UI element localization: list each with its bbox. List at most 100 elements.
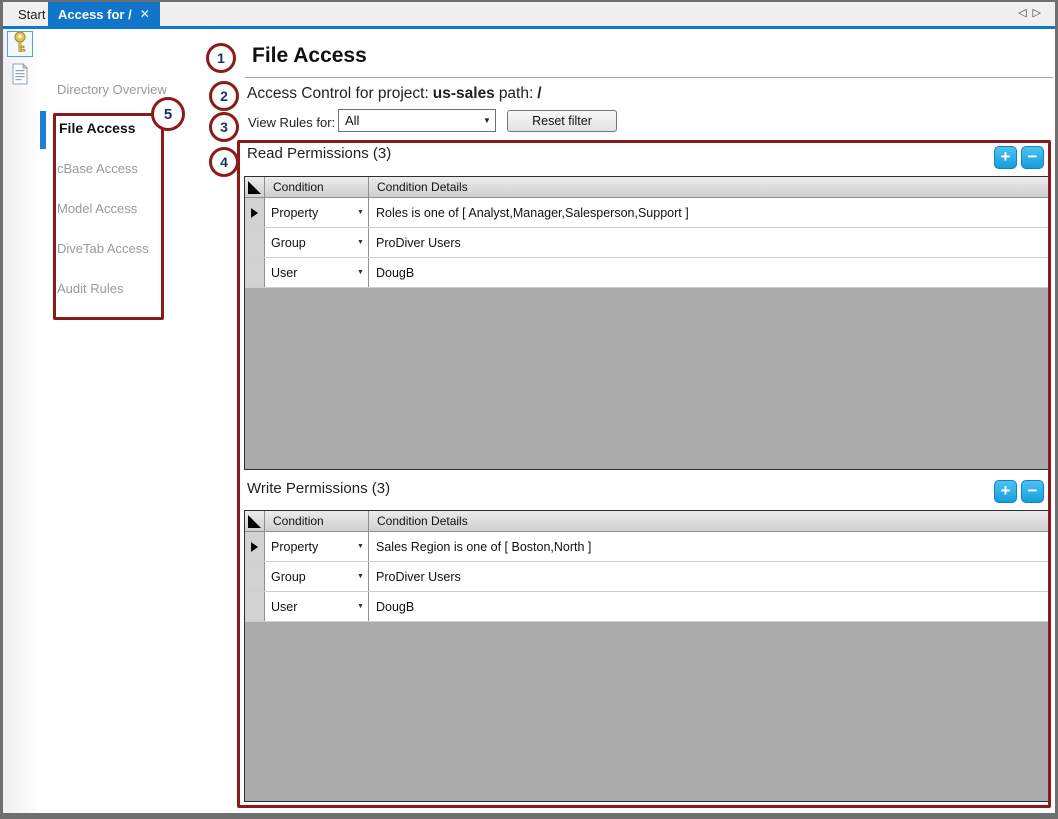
view-rules-label: View Rules for:: [248, 115, 336, 130]
tab-access-for[interactable]: Access for / ✕: [48, 2, 160, 26]
chevron-down-icon: ▼: [357, 269, 364, 276]
read-permissions-grid: Condition Condition Details Property ▼ Ro…: [244, 176, 1050, 470]
condition-dropdown[interactable]: Group ▼: [265, 228, 369, 257]
row-selector[interactable]: [245, 562, 265, 591]
access-control-summary: Access Control for project: us-sales path:…: [247, 85, 542, 103]
sidebar-item-cbase-access[interactable]: cBase Access: [57, 161, 138, 176]
tab-scroll-arrows: ◁▷: [1018, 6, 1047, 19]
access-prefix: Access Control for project:: [247, 85, 429, 102]
callout-3-number: 3: [220, 119, 228, 135]
condition-dropdown[interactable]: User ▼: [265, 258, 369, 287]
table-row: User ▼ DougB: [245, 258, 1049, 288]
condition-dropdown[interactable]: Property ▼: [265, 198, 369, 227]
table-row: User ▼ DougB: [245, 592, 1049, 622]
write-permissions-title: Write Permissions (3): [247, 480, 391, 497]
current-row-icon: [251, 541, 258, 552]
chevron-down-icon: ▼: [357, 209, 364, 216]
grid-empty-area: [245, 288, 1049, 469]
chevron-down-icon: ▼: [357, 573, 364, 580]
read-add-button[interactable]: +: [994, 146, 1017, 169]
table-row: Property ▼ Sales Region is one of [ Bosto…: [245, 532, 1049, 562]
select-all-cell[interactable]: [245, 511, 265, 531]
condition-value: User: [271, 599, 298, 614]
chevron-down-icon: ▼: [357, 603, 364, 610]
read-remove-button[interactable]: −: [1021, 146, 1044, 169]
condition-details-cell[interactable]: ProDiver Users: [369, 228, 1049, 257]
tab-access-label: Access for /: [58, 6, 132, 22]
sidebar-item-audit-rules[interactable]: Audit Rules: [57, 281, 123, 296]
condition-details-cell[interactable]: DougB: [369, 592, 1049, 621]
callout-2-number: 2: [220, 88, 228, 104]
condition-details-cell[interactable]: DougB: [369, 258, 1049, 287]
key-icon: [10, 31, 30, 58]
app-window: Start Access for / ✕ ◁▷ Directory Overvi…: [0, 0, 1058, 819]
close-icon[interactable]: ✕: [140, 7, 150, 21]
condition-details-column-header[interactable]: Condition Details: [369, 511, 1049, 531]
callout-4: 4: [209, 147, 239, 177]
sidebar-item-divetab-access[interactable]: DiveTab Access: [57, 241, 149, 256]
callout-4-number: 4: [220, 154, 228, 170]
select-all-cell[interactable]: [245, 177, 265, 197]
toolbar-strip: [3, 29, 36, 813]
table-row: Group ▼ ProDiver Users: [245, 228, 1049, 258]
write-permissions-grid: Condition Condition Details Property ▼ Sa…: [244, 510, 1050, 802]
write-add-button[interactable]: +: [994, 480, 1017, 503]
sidebar-item-model-access[interactable]: Model Access: [57, 201, 137, 216]
project-name: us-sales: [432, 85, 495, 102]
condition-dropdown[interactable]: Group ▼: [265, 562, 369, 591]
condition-value: Property: [271, 205, 319, 220]
row-selector[interactable]: [245, 592, 265, 621]
path-value: /: [537, 85, 542, 102]
callout-5: 5: [151, 97, 185, 131]
select-all-icon: [248, 181, 261, 194]
callout-5-number: 5: [163, 105, 173, 123]
reset-filter-button[interactable]: Reset filter: [507, 110, 617, 132]
grid-empty-area: [245, 622, 1049, 801]
sidebar-item-directory-overview[interactable]: Directory Overview: [57, 82, 167, 97]
current-row-icon: [251, 207, 258, 218]
condition-column-header[interactable]: Condition: [265, 511, 369, 531]
path-label: path:: [498, 85, 534, 102]
write-grid-header: Condition Condition Details: [245, 511, 1049, 532]
row-selector[interactable]: [245, 532, 265, 561]
callout-2: 2: [209, 81, 239, 111]
write-remove-button[interactable]: −: [1021, 480, 1044, 503]
row-selector[interactable]: [245, 198, 265, 227]
chevron-down-icon: ▼: [357, 239, 364, 246]
tabbar-accent-line: [2, 26, 1055, 29]
table-row: Group ▼ ProDiver Users: [245, 562, 1049, 592]
tab-bar: Start Access for / ✕ ◁▷: [2, 2, 1055, 26]
condition-column-header[interactable]: Condition: [265, 177, 369, 197]
condition-value: Property: [271, 539, 319, 554]
chevron-down-icon: ▼: [357, 543, 364, 550]
row-selector[interactable]: [245, 258, 265, 287]
select-all-icon: [248, 515, 261, 528]
nav-selected-indicator: [40, 111, 46, 149]
document-icon: [11, 62, 29, 90]
read-permissions-title: Read Permissions (3): [247, 145, 392, 162]
condition-value: User: [271, 265, 298, 280]
condition-value: Group: [271, 569, 306, 584]
condition-dropdown[interactable]: Property ▼: [265, 532, 369, 561]
condition-details-cell[interactable]: ProDiver Users: [369, 562, 1049, 591]
view-rules-value: All: [345, 113, 360, 128]
sidebar-item-file-access[interactable]: File Access: [59, 120, 136, 136]
condition-details-column-header[interactable]: Condition Details: [369, 177, 1049, 197]
page-title: File Access: [252, 44, 367, 67]
scroll-left-icon[interactable]: ◁: [1018, 7, 1032, 19]
callout-1: 1: [206, 43, 236, 73]
condition-details-cell[interactable]: Sales Region is one of [ Boston,North ]: [369, 532, 1049, 561]
scroll-right-icon[interactable]: ▷: [1033, 7, 1047, 19]
title-separator: [245, 77, 1053, 78]
chevron-down-icon: ▼: [483, 116, 491, 125]
condition-value: Group: [271, 235, 306, 250]
access-control-tool-button[interactable]: [7, 31, 33, 57]
view-rules-dropdown[interactable]: All ▼: [338, 109, 496, 132]
row-selector[interactable]: [245, 228, 265, 257]
condition-details-cell[interactable]: Roles is one of [ Analyst,Manager,Salesp…: [369, 198, 1049, 227]
reset-filter-label: Reset filter: [532, 114, 592, 128]
callout-3: 3: [209, 112, 239, 142]
read-grid-header: Condition Condition Details: [245, 177, 1049, 198]
document-tool-button[interactable]: [7, 62, 33, 90]
condition-dropdown[interactable]: User ▼: [265, 592, 369, 621]
